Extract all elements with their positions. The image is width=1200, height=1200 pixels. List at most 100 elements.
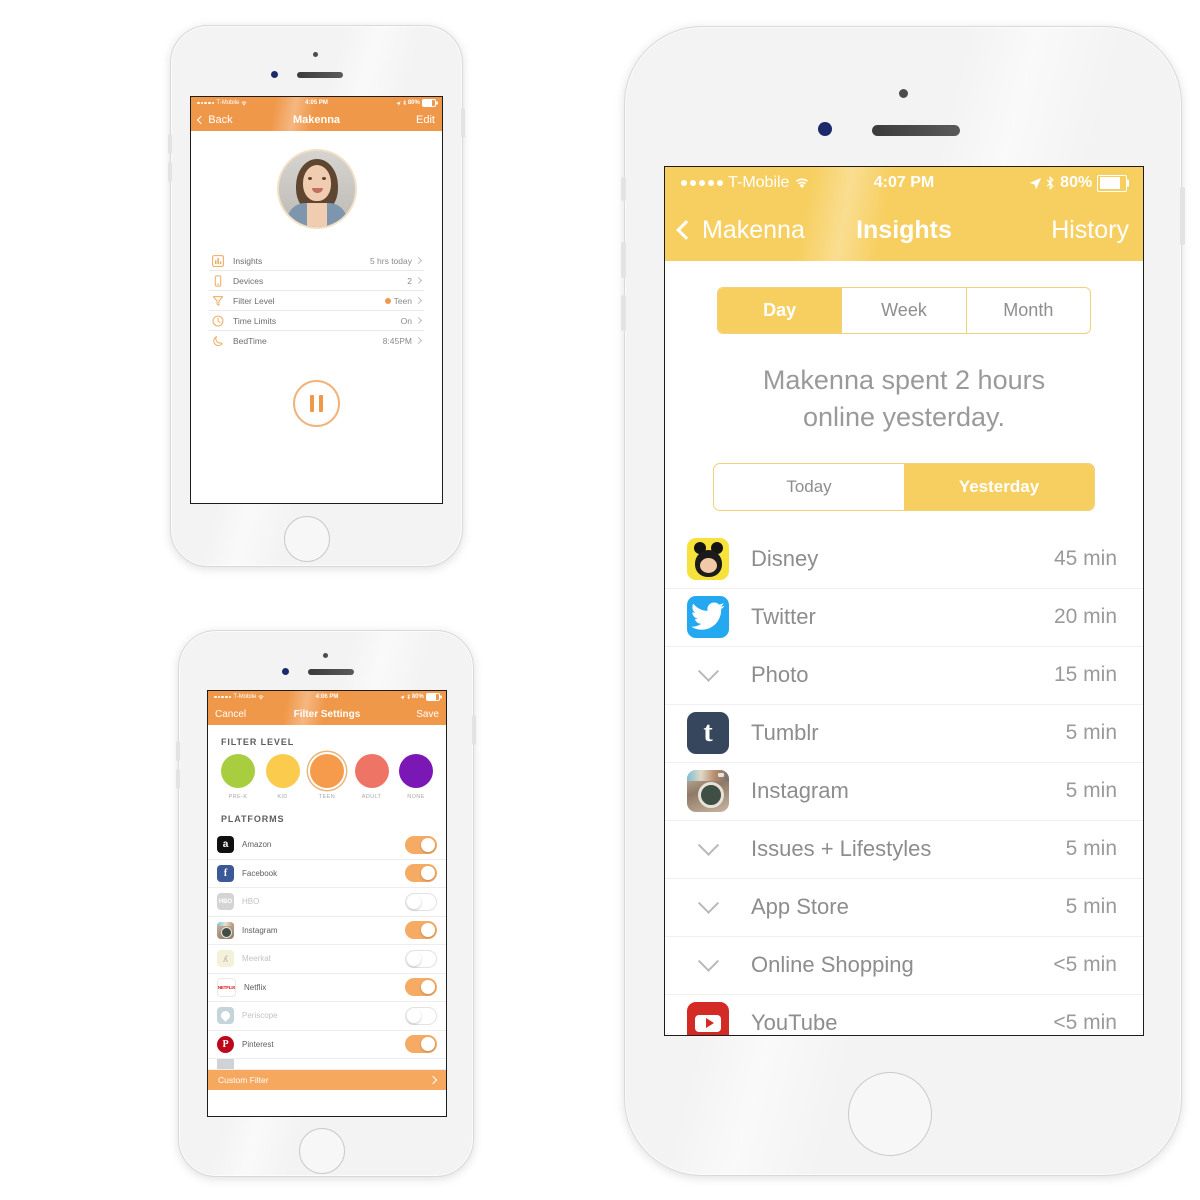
chevron-right-icon [428,1075,438,1085]
sidebar-item-devices[interactable]: Devices 2 [209,271,424,291]
sidebar-item-bedtime[interactable]: BedTime 8:45PM [209,331,424,350]
tab-today[interactable]: Today [714,464,904,510]
filter-level-option-kid[interactable]: KID [265,754,301,800]
power-button[interactable] [1180,187,1185,245]
status-bar-right: 80% [328,98,436,108]
filter-level-option-prek[interactable]: PRE-K [220,754,256,800]
volume-up-button[interactable] [176,741,180,761]
list-item[interactable]: Disney 45 min [665,531,1143,588]
chevron-down-icon[interactable] [687,660,729,683]
proximity-sensor [899,89,908,98]
nav-bar: Back Makenna Edit [191,109,442,131]
volume-up-button[interactable] [621,242,626,278]
list-item[interactable]: App Store 5 min [665,877,1143,936]
platform-toggle[interactable] [405,1006,437,1025]
color-swatch [265,754,300,788]
custom-filter-button[interactable]: Custom Filter [208,1070,446,1090]
home-button[interactable] [284,516,330,562]
list-item[interactable]: Twitter 20 min [665,587,1143,646]
hbo-icon: HBO [217,893,234,911]
day-segmented-control[interactable]: Today Yesterday [713,462,1095,511]
list-item[interactable]: HBO HBO [208,888,446,917]
status-bar-left: T-Mobile [681,174,874,192]
app-name: Tumblr [751,720,819,745]
list-item[interactable]: a Amazon [208,831,446,860]
volume-up-button[interactable] [168,134,172,154]
list-item[interactable]: f Facebook [208,860,446,888]
battery-pct-label: 80% [407,100,420,106]
platform-toggle[interactable] [405,1035,437,1054]
edit-button[interactable]: Edit [416,114,435,126]
tab-day[interactable]: Day [718,288,843,333]
sidebar-item-insights[interactable]: Insights 5 hrs today [209,251,424,271]
list-item[interactable]: Photo 15 min [665,645,1143,704]
cancel-button[interactable]: Cancel [215,709,246,720]
back-button[interactable]: Makenna [676,215,805,245]
back-label: Makenna [702,215,805,244]
chevron-down-icon[interactable] [687,834,729,857]
list-item[interactable]: Issues + Lifestyles 5 min [665,819,1143,878]
filter-level-option-none[interactable]: NONE [398,754,434,800]
profile-screen: T-Mobile 4:05 PM 80% Back Makenna Edit I… [190,96,443,504]
volume-down-button[interactable] [176,769,180,789]
pause-button[interactable] [293,380,340,427]
list-item[interactable]: P Pinterest [208,1031,446,1059]
sidebar-item-filter-level[interactable]: Filter Level Teen [209,291,424,311]
list-item[interactable]: Instagram [208,917,446,945]
filter-phone-device: T-Mobile 4:06 PM 80% Cancel Filter Setti… [176,630,476,1177]
profile-phone-device: T-Mobile 4:05 PM 80% Back Makenna Edit I… [168,25,465,567]
sidebar-item-time-limits[interactable]: Time Limits On [209,311,424,331]
periscope-icon [217,1007,234,1025]
chevron-down-icon[interactable] [687,892,729,915]
pinterest-icon: P [217,1035,234,1053]
home-button[interactable] [848,1072,932,1156]
volume-down-button[interactable] [168,162,172,182]
filter-level-option-adult[interactable]: ADULT [354,754,390,800]
app-time: 5 min [1065,837,1117,860]
tab-month[interactable]: Month [967,288,1090,333]
avatar[interactable] [276,149,357,229]
list-item[interactable]: ʎ Meerkat [208,945,446,974]
app-name: Issues + Lifestyles [751,836,932,861]
list-item[interactable]: t Tumblr 5 min [665,703,1143,762]
battery-icon [425,692,440,702]
back-button[interactable]: Back [196,114,233,126]
history-button[interactable]: History [1051,216,1129,245]
platform-toggle[interactable] [405,949,437,968]
clock-label: 4:05 PM [305,100,328,106]
tab-yesterday[interactable]: Yesterday [904,463,1094,510]
platform-toggle[interactable] [405,921,437,940]
location-arrow-icon [400,694,405,700]
chevron-down-icon[interactable] [687,950,729,973]
list-item[interactable]: Online Shopping <5 min [665,935,1143,994]
menu-value: Teen [384,296,412,306]
app-name: Instagram [751,778,849,803]
tab-week[interactable]: Week [842,288,967,333]
volume-down-button[interactable] [621,295,626,331]
menu-label: Filter Level [233,295,275,306]
app-time: 5 min [1065,895,1117,918]
platform-name: Meerkat [242,954,271,964]
list-item[interactable]: Periscope [208,1002,446,1031]
signal-dots-icon [681,180,723,186]
platform-toggle[interactable] [405,864,437,883]
earpiece-speaker [308,669,354,675]
mute-switch[interactable] [621,177,626,201]
list-item-partial[interactable] [208,1059,446,1070]
save-button[interactable]: Save [416,709,439,720]
home-button[interactable] [299,1128,345,1174]
platform-toggle[interactable] [405,835,437,854]
platform-toggle[interactable] [405,978,437,997]
list-item[interactable]: NETFLIX Netflix [208,974,446,1002]
power-button[interactable] [461,108,465,138]
period-segmented-control[interactable]: Day Week Month [717,287,1091,334]
filter-level-option-teen[interactable]: TEEN [309,754,345,800]
list-item[interactable]: YouTube <5 min [665,993,1143,1035]
insights-headline: Makenna spent 2 hours online yesterday. [699,362,1109,437]
filter-level-picker: PRE-K KID TEEN ADULT NONE [208,754,446,800]
platform-name: Netflix [244,982,267,992]
list-item[interactable]: Instagram 5 min [665,761,1143,820]
power-button[interactable] [472,715,476,745]
proximity-sensor [323,653,328,658]
platform-toggle[interactable] [405,892,437,911]
